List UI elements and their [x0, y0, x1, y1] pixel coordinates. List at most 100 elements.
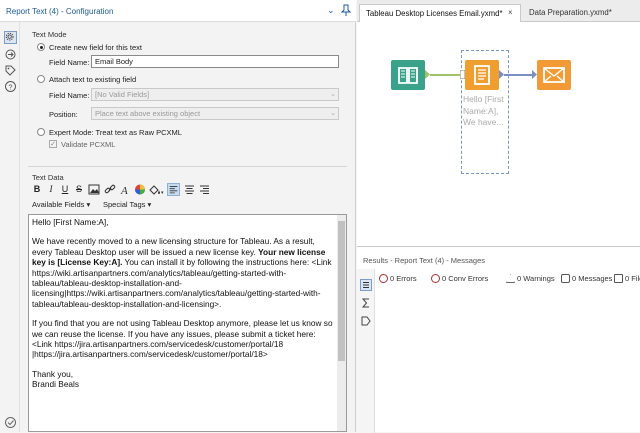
tab-tableau-desktop-licenses-email[interactable]: Tableau Desktop Licenses Email.yxmd* ×: [359, 4, 521, 22]
field-name-label: Field Name:: [49, 58, 90, 67]
list-icon[interactable]: [360, 279, 372, 291]
configuration-panel: Report Text (4) - Configuration ⌄ ? Text…: [0, 0, 356, 432]
warnings-filter[interactable]: 0 Warnings: [506, 274, 555, 283]
validate-pcxml-checkbox: ✓: [49, 140, 57, 148]
results-side-rail: [357, 269, 375, 433]
chevron-down-icon[interactable]: ⌄: [327, 5, 337, 15]
position-label: Position:: [49, 110, 78, 119]
connection-line: [504, 74, 532, 76]
check-circle-icon[interactable]: [4, 416, 17, 429]
align-center-icon[interactable]: [183, 183, 196, 196]
bold-button[interactable]: B: [32, 183, 42, 196]
available-fields-dropdown[interactable]: Available Fields ▾: [32, 200, 90, 209]
close-icon[interactable]: ×: [508, 8, 513, 17]
error-icon: [379, 274, 388, 283]
envelope-icon: [543, 67, 565, 83]
editor-content[interactable]: Hello [First Name:A], We have recently m…: [32, 217, 335, 390]
available-fields-label: Available Fields: [32, 200, 85, 209]
results-panel: Results - Report Text (4) - Messages 0 E…: [357, 246, 640, 433]
config-side-rail: ?: [0, 22, 20, 432]
config-title: Report Text (4) - Configuration: [6, 7, 114, 16]
book-icon: [398, 67, 418, 84]
field-tag-bar: Available Fields ▾ Special Tags ▾: [28, 199, 347, 213]
dropdown-arrow-icon: ⌄: [330, 110, 336, 117]
workflow-canvas[interactable]: Hello [First Name:A], We have...: [357, 22, 640, 246]
tag-icon[interactable]: [4, 64, 17, 77]
editor-signature: Brandi Beals: [32, 379, 80, 390]
editor-paragraph-3: If you find that you are not using Table…: [32, 318, 333, 360]
conv-errors-filter[interactable]: 0 Conv Errors: [431, 274, 488, 283]
warnings-count: 0 Warnings: [517, 274, 555, 283]
pin-icon[interactable]: [341, 4, 351, 16]
attach-field-name-label: Field Name:: [49, 91, 90, 100]
create-new-field-radio[interactable]: [37, 43, 45, 51]
validate-pcxml-label: Validate PCXML: [61, 140, 116, 149]
conv-error-icon: [431, 274, 440, 283]
strikethrough-button[interactable]: S: [74, 183, 84, 196]
editor-paragraph-2: We have recently moved to a new licensin…: [32, 236, 335, 309]
svg-text:?: ?: [8, 82, 12, 91]
text-mode-heading: Text Mode: [32, 30, 67, 39]
field-name-input[interactable]: Email Body: [91, 55, 339, 68]
fill-color-icon[interactable]: ▾: [148, 183, 164, 196]
errors-count: 0 Errors: [390, 274, 417, 283]
errors-filter[interactable]: 0 Errors: [379, 274, 417, 283]
editor-signoff: Thank you,: [32, 368, 74, 379]
input-data-tool[interactable]: [391, 60, 425, 90]
warning-icon: [506, 274, 515, 283]
sigma-icon[interactable]: [360, 297, 372, 309]
tab-label: Data Preparation.yxmd*: [529, 8, 612, 17]
tab-label: Tableau Desktop Licenses Email.yxmd*: [366, 9, 503, 18]
connection-line: [430, 74, 460, 76]
config-header: Report Text (4) - Configuration ⌄: [0, 0, 356, 22]
underline-button[interactable]: U: [60, 183, 70, 196]
gear-icon[interactable]: [4, 31, 17, 44]
svg-text:A: A: [120, 185, 128, 196]
image-icon[interactable]: [88, 183, 100, 196]
connection-icon[interactable]: [4, 48, 17, 61]
email-tool[interactable]: [537, 60, 571, 90]
tab-data-preparation[interactable]: Data Preparation.yxmd*: [529, 4, 639, 22]
special-tags-dropdown[interactable]: Special Tags ▾: [103, 200, 151, 209]
format-toolbar: B I U S A ▾: [28, 182, 347, 198]
dropdown-arrow-icon: ⌄: [330, 91, 336, 98]
messages-count: 0 Messages: [572, 274, 613, 283]
text-data-editor[interactable]: Hello [First Name:A], We have recently m…: [28, 214, 347, 432]
canvas-tab-bar: Tableau Desktop Licenses Email.yxmd* × D…: [357, 0, 640, 22]
results-summary-bar: 0 Errors 0 Conv Errors 0 Warnings 0 Mess…: [375, 272, 640, 288]
conv-errors-count: 0 Conv Errors: [442, 274, 489, 283]
create-new-field-label: Create new field for this text: [49, 43, 142, 52]
color-wheel-icon[interactable]: [134, 183, 146, 196]
help-icon[interactable]: ?: [4, 80, 17, 93]
file-icon: [614, 274, 623, 283]
text-data-heading: Text Data: [32, 173, 64, 182]
results-title: Results - Report Text (4) - Messages: [363, 256, 485, 265]
files-filter[interactable]: 0 File: [614, 274, 640, 283]
message-icon: [561, 274, 570, 283]
align-left-icon[interactable]: [167, 183, 180, 196]
attach-field-select-value: [No Valid Fields]: [95, 90, 150, 99]
section-divider: [28, 166, 347, 167]
expert-mode-label: Expert Mode: Treat text as Raw PCXML: [49, 128, 182, 137]
tool-annotation: Hello [First Name:A], We have...: [463, 94, 504, 127]
attach-existing-field-radio[interactable]: [37, 75, 45, 83]
editor-scrollbar-thumb[interactable]: [338, 221, 345, 361]
svg-text:▾: ▾: [161, 190, 164, 196]
italic-button[interactable]: I: [46, 183, 56, 196]
font-icon[interactable]: A: [120, 183, 132, 196]
messages-filter[interactable]: 0 Messages: [561, 274, 612, 283]
report-text-tool[interactable]: [465, 60, 499, 90]
attach-field-select: [No Valid Fields] ⌄: [91, 88, 339, 101]
editor-greeting: Hello [First Name:A],: [32, 217, 109, 227]
document-text-icon: [474, 65, 490, 85]
attach-existing-field-label: Attach text to existing field: [49, 75, 137, 84]
special-tags-label: Special Tags: [103, 200, 146, 209]
link-icon[interactable]: [104, 183, 116, 196]
position-select: Place text above existing object ⌄: [91, 107, 339, 120]
align-right-icon[interactable]: [198, 183, 211, 196]
tag-outline-icon[interactable]: [360, 315, 372, 327]
chevron-down-icon: ▾: [147, 200, 152, 209]
files-count: 0 File: [625, 274, 640, 283]
editor-scrollbar[interactable]: [337, 215, 346, 431]
expert-mode-radio[interactable]: [37, 128, 45, 136]
